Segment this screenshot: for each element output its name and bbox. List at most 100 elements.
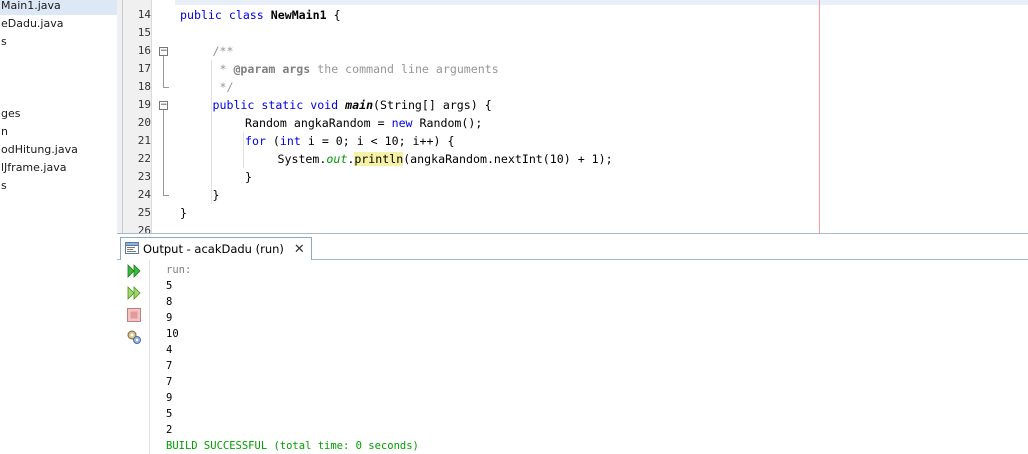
console-output-line: 5 bbox=[166, 408, 173, 420]
code-text: Random(); bbox=[412, 116, 483, 130]
line-number: 20 bbox=[137, 116, 151, 129]
code-line[interactable]: for (int i = 0; i < 10; i++) { bbox=[245, 132, 454, 150]
line-number: 21 bbox=[137, 134, 151, 147]
keyword: public class bbox=[180, 8, 271, 22]
project-tree[interactable]: Main1.java eDadu.java s ges n odHitung.java lJ… bbox=[0, 0, 118, 453]
code-line[interactable]: public static void main(String[] args) { bbox=[213, 96, 492, 114]
tree-item[interactable]: s bbox=[0, 33, 117, 51]
javadoc-tag: @param bbox=[233, 62, 276, 76]
code-text: (String[] args) { bbox=[373, 98, 492, 112]
console-output-line: 7 bbox=[166, 376, 173, 388]
console-output-line: 7 bbox=[166, 360, 173, 372]
tree-item[interactable] bbox=[0, 69, 117, 87]
right-margin-line bbox=[819, 0, 820, 233]
code-line[interactable]: public class NewMain1 { bbox=[180, 6, 341, 24]
fold-end bbox=[163, 87, 169, 88]
code-text: } bbox=[245, 170, 252, 184]
keyword: for bbox=[245, 134, 266, 148]
line-number: 22 bbox=[137, 152, 151, 165]
javadoc-param: args bbox=[275, 62, 311, 76]
code-text: ( bbox=[265, 134, 280, 148]
static-field: out bbox=[326, 152, 348, 166]
tree-item[interactable] bbox=[0, 195, 117, 213]
output-toolbar bbox=[117, 260, 150, 454]
indent-guide bbox=[243, 132, 244, 168]
console-run-label: run: bbox=[166, 264, 192, 276]
class-name: NewMain1 bbox=[270, 8, 327, 22]
code-text: } bbox=[212, 188, 220, 202]
console-output-line: 9 bbox=[166, 392, 173, 404]
code-line[interactable]: } bbox=[245, 168, 252, 186]
build-status: BUILD SUCCESSFUL (total time: 0 seconds) bbox=[166, 440, 419, 452]
tree-item[interactable]: s bbox=[0, 177, 117, 195]
code-text: System. bbox=[277, 152, 327, 166]
line-number-gutter: 14 15 16 17 18 19 20 21 22 23 24 25 26 bbox=[123, 0, 152, 233]
tree-item[interactable]: n bbox=[0, 123, 117, 141]
line-number: 19 bbox=[137, 98, 151, 111]
fold-guide bbox=[163, 110, 164, 195]
code-line[interactable]: Random angkaRandom = new Random(); bbox=[245, 114, 482, 132]
method-name: main bbox=[345, 98, 374, 112]
output-tab-bar: Output - acakDadu (run) ✕ bbox=[117, 234, 1028, 260]
code-text: i = 0; i < 10; i++) { bbox=[300, 134, 455, 148]
code-text: { bbox=[326, 8, 341, 22]
line-number: 14 bbox=[137, 8, 151, 21]
tree-item[interactable]: Main1.java bbox=[0, 0, 117, 15]
fold-toggle[interactable]: − bbox=[159, 101, 168, 110]
close-tab-button[interactable]: ✕ bbox=[294, 242, 305, 257]
line-number: 15 bbox=[137, 26, 151, 39]
run-settings-icon bbox=[126, 329, 142, 348]
output-tab-title: Output - acakDadu (run) bbox=[143, 242, 284, 256]
tree-item[interactable] bbox=[0, 51, 117, 69]
line-number: 25 bbox=[137, 206, 151, 219]
keyword: public static void bbox=[212, 98, 346, 112]
line-number: 24 bbox=[137, 188, 151, 201]
highlighted-method: println bbox=[354, 152, 404, 166]
code-line[interactable]: /** bbox=[213, 42, 234, 60]
line-number: 16 bbox=[137, 44, 151, 57]
fold-toggle[interactable]: − bbox=[159, 47, 168, 56]
code-text: } bbox=[180, 206, 187, 220]
fold-end bbox=[163, 195, 169, 196]
tree-item[interactable] bbox=[0, 87, 117, 105]
code-line[interactable]: * @param args the command line arguments bbox=[213, 60, 499, 78]
tree-item[interactable]: ges bbox=[0, 105, 117, 123]
code-line[interactable]: } bbox=[213, 186, 220, 204]
code-editor[interactable]: 14 15 16 17 18 19 20 21 22 23 24 25 26 − − public cla… bbox=[123, 0, 1028, 233]
code-line[interactable]: */ bbox=[213, 78, 233, 96]
code-text: (angkaRandom.nextInt(10) + 1); bbox=[403, 152, 613, 166]
rerun-button[interactable] bbox=[125, 263, 143, 281]
console-output-line: 4 bbox=[166, 344, 173, 356]
output-window-icon bbox=[125, 241, 139, 257]
tree-item[interactable]: eDadu.java bbox=[0, 15, 117, 33]
console-output-line: 10 bbox=[166, 328, 179, 340]
line-number: 18 bbox=[137, 80, 151, 93]
line-number: 23 bbox=[137, 170, 151, 183]
tree-item[interactable]: lJframe.java bbox=[0, 159, 117, 177]
output-tab[interactable]: Output - acakDadu (run) ✕ bbox=[120, 237, 312, 260]
console-output-line: 8 bbox=[166, 296, 173, 308]
rerun-options-icon bbox=[126, 285, 142, 304]
keyword: int bbox=[279, 134, 301, 148]
console-output-line: 2 bbox=[166, 424, 173, 436]
output-console[interactable]: run: 5 8 9 10 4 7 7 9 5 2 BUILD SUCCESSFUL (total t… bbox=[166, 260, 1026, 454]
tree-item[interactable]: odHitung.java bbox=[0, 141, 117, 159]
console-output-line: 9 bbox=[166, 312, 173, 324]
comment-text: the command line arguments bbox=[310, 62, 499, 76]
current-line-highlight bbox=[175, 0, 1028, 5]
stop-button[interactable] bbox=[125, 307, 143, 325]
comment-text: /** bbox=[212, 44, 234, 58]
rerun-icon bbox=[126, 263, 142, 282]
stop-icon bbox=[127, 307, 141, 325]
tree-item[interactable] bbox=[0, 213, 117, 231]
fold-guide bbox=[163, 56, 164, 87]
code-text: Random angkaRandom = bbox=[245, 116, 392, 130]
rerun-options-button[interactable] bbox=[125, 285, 143, 303]
keyword: new bbox=[391, 116, 413, 130]
run-settings-button[interactable] bbox=[125, 329, 143, 347]
fold-margin: − − bbox=[152, 0, 174, 233]
indent-guide bbox=[210, 60, 212, 204]
console-output-line: 5 bbox=[166, 280, 173, 292]
code-line[interactable]: System.out.println(angkaRandom.nextInt(1… bbox=[278, 150, 613, 168]
code-line[interactable]: } bbox=[180, 204, 187, 222]
